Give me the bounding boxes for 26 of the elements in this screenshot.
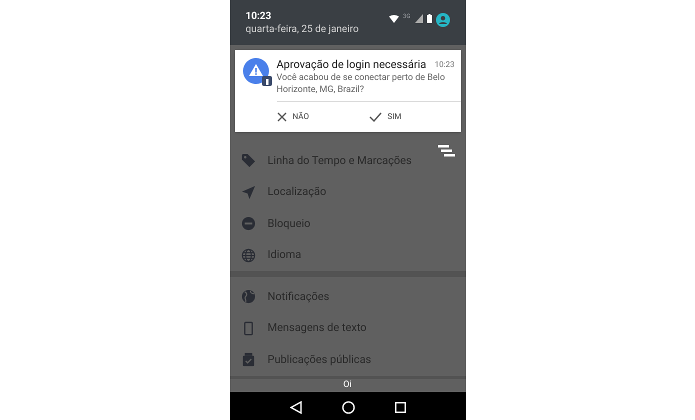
globe-icon — [240, 248, 256, 263]
earth-icon — [240, 289, 256, 304]
date-text: quarta-feira, 25 de janeiro — [246, 23, 359, 36]
navigation-arrow-icon — [240, 184, 256, 200]
tag-icon — [240, 153, 256, 168]
carrier-label: Oi — [343, 379, 352, 391]
block-icon — [240, 216, 256, 232]
chat-heads-icon — [438, 145, 454, 157]
home-icon[interactable] — [342, 401, 354, 414]
notification-time: 10:23 — [434, 59, 454, 71]
recent-apps-icon[interactable] — [394, 402, 406, 413]
warning-icon — [242, 58, 268, 84]
notification-message: Você acabou de se conectar perto de Belo Horizonte, MG, Brazil? — [276, 72, 446, 96]
battery-icon — [426, 14, 432, 23]
notification-title: Aprovação de login necessária — [276, 58, 426, 72]
signal-icon — [414, 14, 422, 23]
check-icon — [368, 112, 382, 122]
notification-action-button[interactable]: NÃO — [276, 111, 368, 123]
account-avatar-icon — [436, 13, 450, 27]
wifi-icon — [389, 15, 400, 23]
close-icon — [276, 112, 286, 122]
clock-time: 10:23 — [246, 10, 272, 23]
app-badge-icon — [262, 76, 272, 86]
notification-action-button[interactable]: SIM — [368, 111, 460, 123]
back-icon[interactable] — [290, 401, 302, 414]
checked-post-icon — [240, 352, 256, 368]
